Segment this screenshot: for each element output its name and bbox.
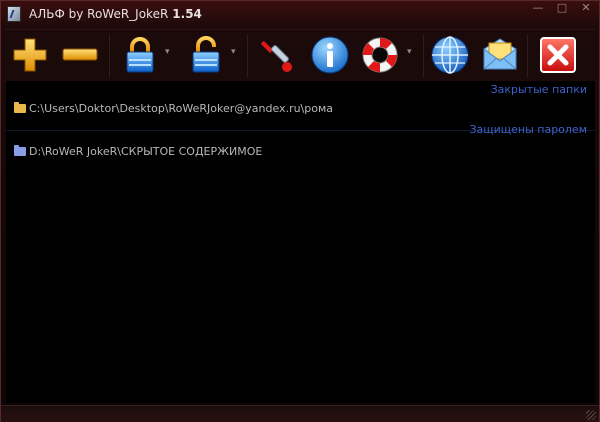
lock-icon [126,37,154,73]
toolbar: ▾ ▾ ▾ [5,29,595,82]
info-icon [311,36,349,74]
resize-grip[interactable] [586,410,596,420]
plus-icon [13,38,47,72]
unlock-button[interactable] [185,33,227,77]
list-item[interactable]: D:\RoWeR JokeR\СКРЫТОЕ СОДЕРЖИМОЕ [14,143,262,159]
lifebuoy-icon [362,37,398,73]
website-button[interactable] [429,33,471,77]
window-title-text: АЛЬФ by RoWeR_JokeR [29,7,169,21]
folder-icon [14,101,26,113]
list-item[interactable]: C:\Users\Doktor\Desktop\RoWeRJoker@yande… [14,100,333,116]
minimize-button[interactable]: — [527,1,549,17]
unlock-icon [192,36,220,73]
settings-button[interactable] [255,33,297,77]
folder-icon [14,144,26,156]
title-bar[interactable]: АЛЬФ by RoWeR_JokeR 1.54 — □ ✕ [1,1,599,27]
caption-buttons: — □ ✕ [527,1,597,19]
item-path: D:\RoWeR JokeR\СКРЫТОЕ СОДЕРЖИМОЕ [29,144,263,158]
about-button[interactable] [309,33,351,77]
window-title: АЛЬФ by RoWeR_JokeR 1.54 [29,7,202,21]
toolbar-separator [247,34,248,78]
help-button[interactable] [359,33,401,77]
add-folder-button[interactable] [9,33,51,77]
exit-button[interactable] [537,33,579,77]
status-bar [1,405,599,422]
lock-dropdown-arrow[interactable]: ▾ [165,48,173,57]
folder-list: Закрытые папки C:\Users\Doktor\Desktop\R… [6,81,595,403]
toolbar-separator [527,34,528,78]
item-path: C:\Users\Doktor\Desktop\RoWeRJoker@yande… [29,101,334,115]
app-icon[interactable] [7,6,21,22]
email-button[interactable] [479,33,521,77]
mail-icon [483,38,517,70]
section-header-closed-folders: Закрытые папки [490,83,587,96]
unlock-dropdown-arrow[interactable]: ▾ [231,48,239,57]
section-header-password-protected: Защищены паролем [469,123,587,136]
toolbar-separator [109,34,110,78]
help-dropdown-arrow[interactable]: ▾ [407,48,415,57]
wrench-icon [261,41,292,72]
toolbar-separator [423,34,424,78]
close-button[interactable]: ✕ [575,1,597,17]
remove-folder-button[interactable] [59,33,101,77]
lock-button[interactable] [119,33,161,77]
app-window: АЛЬФ by RoWeR_JokeR 1.54 — □ ✕ ▾ ▾ ▾ Зак… [0,0,600,422]
maximize-button[interactable]: □ [551,1,573,17]
exit-icon [540,37,576,73]
globe-icon [431,36,469,74]
app-version: 1.54 [172,7,202,21]
minus-icon [62,48,98,61]
